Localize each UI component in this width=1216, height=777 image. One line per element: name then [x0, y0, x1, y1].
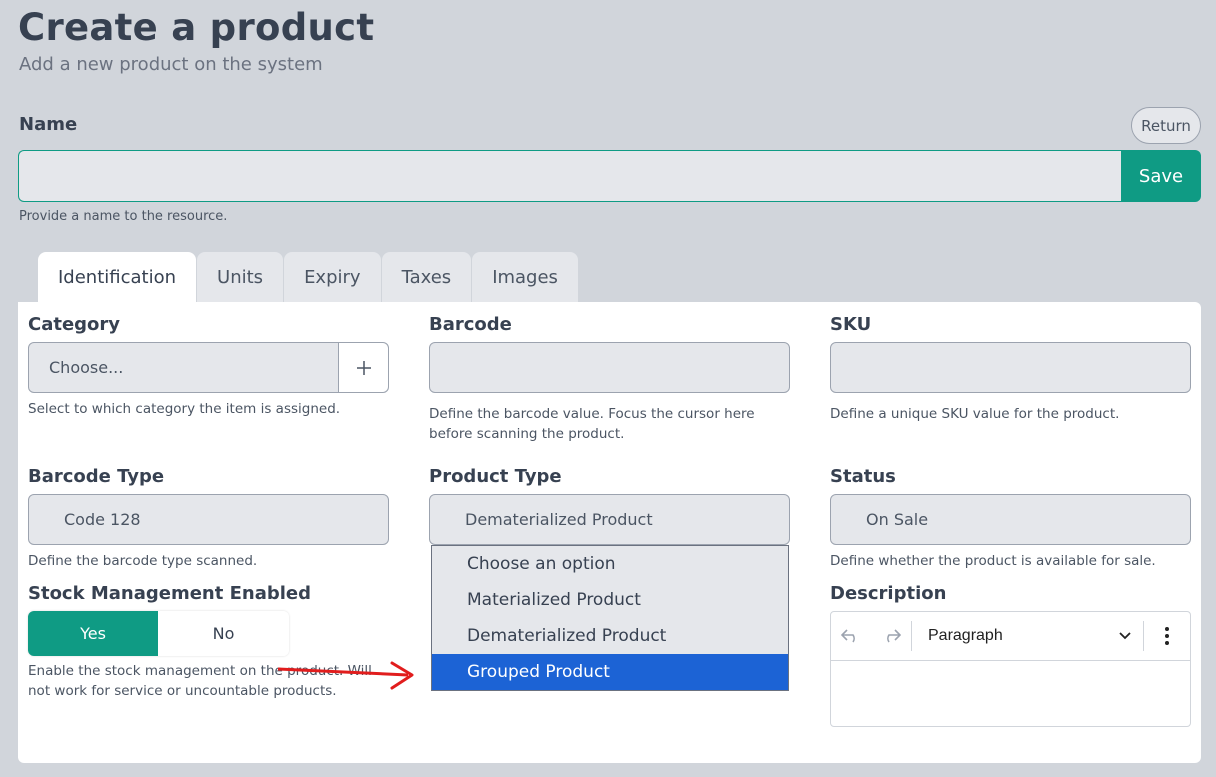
status-label: Status: [830, 466, 896, 487]
sku-label: SKU: [830, 314, 872, 335]
description-content[interactable]: [831, 661, 1190, 725]
add-category-button[interactable]: [338, 343, 388, 392]
barcode-type-label: Barcode Type: [28, 466, 165, 487]
name-row: Save: [18, 150, 1201, 202]
product-type-select[interactable]: Dematerialized Product: [429, 494, 790, 545]
barcode-type-help-text: Define the barcode type scanned.: [28, 553, 258, 569]
undo-icon[interactable]: [831, 612, 871, 661]
annotation-arrow-icon: [277, 661, 414, 690]
plus-icon: [356, 360, 371, 375]
status-select[interactable]: On Sale: [830, 494, 1191, 545]
product-type-value: Dematerialized Product: [465, 510, 653, 529]
chevron-down-icon: [1119, 632, 1131, 640]
block-format-value: Paragraph: [928, 627, 1003, 644]
stock-no-button[interactable]: No: [158, 611, 289, 656]
dropdown-option[interactable]: Materialized Product: [432, 582, 788, 618]
block-format-select[interactable]: Paragraph: [912, 612, 1143, 661]
save-button[interactable]: Save: [1121, 150, 1201, 202]
category-select[interactable]: Choose...: [28, 342, 389, 393]
product-type-label: Product Type: [429, 466, 562, 487]
page-subtitle: Add a new product on the system: [19, 54, 323, 75]
tab-images[interactable]: Images: [472, 252, 578, 302]
category-help-text: Select to which category the item is ass…: [28, 401, 341, 417]
barcode-label: Barcode: [429, 314, 512, 335]
status-value: On Sale: [866, 510, 929, 529]
editor-toolbar: Paragraph: [831, 612, 1190, 661]
tab-expiry[interactable]: Expiry: [284, 252, 381, 302]
name-label: Name: [19, 114, 78, 135]
tab-bar: Identification Units Expiry Taxes Images: [38, 252, 579, 302]
tab-units[interactable]: Units: [197, 252, 284, 302]
product-type-dropdown: Choose an option Materialized Product De…: [431, 545, 789, 691]
page-title: Create a product: [18, 6, 375, 49]
description-editor: Paragraph: [830, 611, 1191, 727]
stock-management-label: Stock Management Enabled: [28, 583, 312, 604]
dropdown-option[interactable]: Choose an option: [432, 546, 788, 582]
barcode-help-text: Define the barcode value. Focus the curs…: [429, 406, 755, 442]
barcode-type-select[interactable]: Code 128: [28, 494, 389, 545]
barcode-input[interactable]: [429, 342, 790, 393]
barcode-type-value: Code 128: [64, 510, 141, 529]
more-vertical-icon[interactable]: [1144, 612, 1190, 661]
description-label: Description: [830, 583, 947, 604]
category-select-value: Choose...: [49, 358, 124, 377]
tab-taxes[interactable]: Taxes: [381, 252, 472, 302]
sku-help-text: Define a unique SKU value for the produc…: [830, 406, 1120, 422]
stock-management-toggle: Yes No: [28, 611, 289, 656]
dropdown-option-highlighted[interactable]: Grouped Product: [432, 654, 788, 690]
category-label: Category: [28, 314, 121, 335]
tab-identification[interactable]: Identification: [38, 252, 197, 302]
dropdown-option[interactable]: Dematerialized Product: [432, 618, 788, 654]
redo-icon[interactable]: [871, 612, 911, 661]
return-button[interactable]: Return: [1131, 107, 1201, 144]
stock-yes-button[interactable]: Yes: [28, 611, 158, 656]
status-help-text: Define whether the product is available …: [830, 553, 1156, 569]
name-input[interactable]: [18, 150, 1121, 202]
sku-input[interactable]: [830, 342, 1191, 393]
name-help-text: Provide a name to the resource.: [19, 209, 228, 224]
